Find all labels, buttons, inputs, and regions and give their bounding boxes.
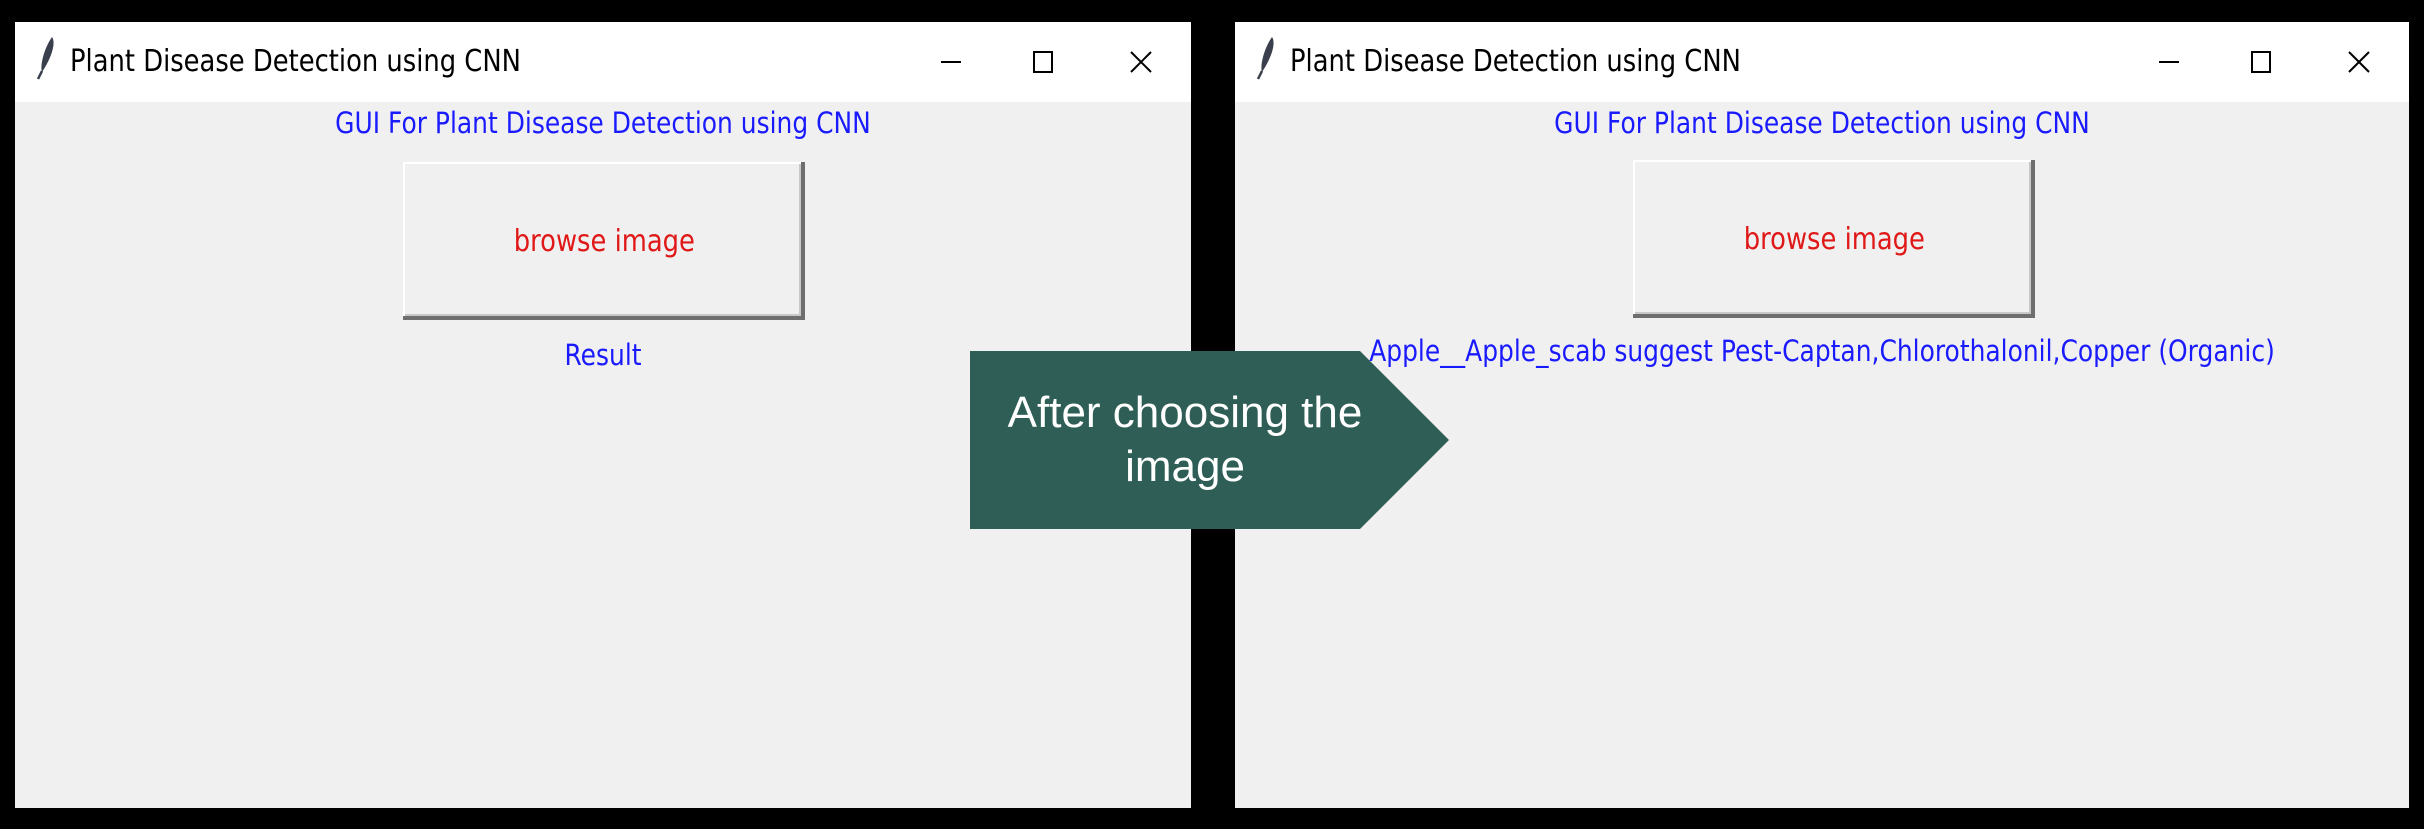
title-bar[interactable]: Plant Disease Detection using CNN bbox=[15, 22, 1191, 102]
feather-icon bbox=[36, 37, 54, 80]
page-heading: GUI For Plant Disease Detection using CN… bbox=[335, 106, 871, 140]
browse-button-label: browse image bbox=[1743, 221, 1925, 257]
result-label: Result bbox=[564, 338, 642, 372]
title-bar[interactable]: Plant Disease Detection using CNN bbox=[1235, 22, 2409, 102]
page-heading: GUI For Plant Disease Detection using CN… bbox=[1554, 106, 2090, 140]
maximize-button[interactable] bbox=[2211, 22, 2311, 102]
maximize-icon bbox=[1033, 51, 1053, 73]
minimize-button[interactable] bbox=[901, 22, 1001, 102]
prediction-result: Apple__Apple_scab suggest Pest-Captan,Ch… bbox=[1369, 334, 2275, 368]
close-icon bbox=[2348, 51, 2370, 73]
transition-arrow: After choosing the image bbox=[970, 351, 1449, 529]
minimize-icon bbox=[941, 61, 961, 63]
transition-caption: After choosing the image bbox=[1007, 388, 1363, 491]
maximize-button[interactable] bbox=[993, 22, 1093, 102]
minimize-icon bbox=[2159, 61, 2179, 63]
window-title: Plant Disease Detection using CNN bbox=[1290, 44, 1741, 79]
close-button[interactable] bbox=[1091, 22, 1191, 102]
browse-image-button[interactable]: browse image bbox=[403, 162, 805, 320]
feather-icon bbox=[1256, 37, 1274, 80]
maximize-icon bbox=[2251, 51, 2271, 73]
close-button[interactable] bbox=[2309, 22, 2409, 102]
window-title: Plant Disease Detection using CNN bbox=[70, 44, 521, 79]
browse-image-button[interactable]: browse image bbox=[1633, 160, 2035, 318]
close-icon bbox=[1130, 51, 1152, 73]
minimize-button[interactable] bbox=[2119, 22, 2219, 102]
browse-button-label: browse image bbox=[513, 223, 695, 259]
